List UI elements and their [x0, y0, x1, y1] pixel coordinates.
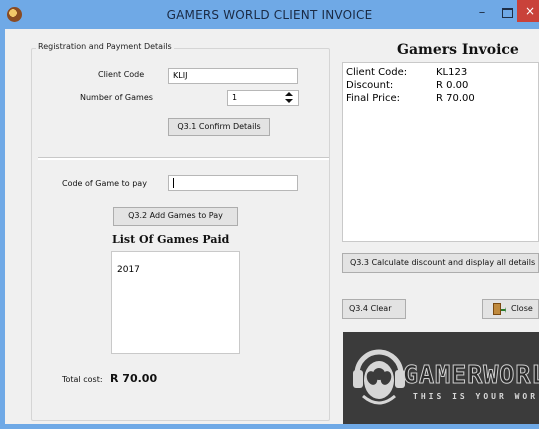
- alien-headset-icon: [353, 349, 405, 405]
- window-frame-left: [0, 29, 5, 429]
- client-code-input[interactable]: KLIJ: [168, 68, 298, 84]
- close-window-button[interactable]: ×: [517, 0, 539, 22]
- door-icon: [493, 303, 506, 315]
- window-frame-bottom: [0, 424, 539, 429]
- spinner-up-down-icon[interactable]: [282, 91, 296, 105]
- total-cost-label: Total cost:: [62, 375, 103, 384]
- add-games-button[interactable]: Q3.2 Add Games to Pay: [113, 207, 238, 226]
- number-of-games-label: Number of Games: [80, 93, 153, 102]
- invoice-final-price-label: Final Price:: [346, 93, 400, 104]
- registration-group-caption: Registration and Payment Details: [36, 42, 174, 51]
- confirm-details-button[interactable]: Q3.1 Confirm Details: [168, 118, 270, 136]
- window-title: GAMERS WORLD CLIENT INVOICE: [166, 8, 373, 22]
- clear-button[interactable]: Q3.4 Clear: [342, 299, 406, 319]
- number-of-games-value: 1: [232, 93, 238, 102]
- minimize-button[interactable]: –: [472, 4, 492, 22]
- games-paid-item: 2017: [117, 265, 140, 275]
- invoice-discount-label: Discount:: [346, 80, 394, 91]
- maximize-button[interactable]: [498, 4, 516, 22]
- code-to-pay-label: Code of Game to pay: [62, 179, 147, 188]
- calculate-discount-button[interactable]: Q3.3 Calculate discount and display all …: [342, 253, 539, 273]
- client-code-label: Client Code: [98, 70, 145, 79]
- invoice-client-code-label: Client Code:: [346, 67, 408, 78]
- invoice-output-memo[interactable]: Client Code: KL123 Discount: R 0.00 Fina…: [342, 62, 539, 242]
- games-paid-list[interactable]: 2017: [111, 251, 240, 354]
- logo-wordmark: GAMERWORLD: [403, 360, 539, 390]
- close-button-label: Close: [511, 304, 533, 313]
- list-of-games-heading: List Of Games Paid: [112, 233, 230, 246]
- invoice-final-price-value: R 70.00: [436, 93, 475, 104]
- section-divider: [38, 157, 329, 160]
- text-cursor: [173, 178, 174, 188]
- number-of-games-spinner[interactable]: 1: [227, 90, 299, 106]
- title-bar[interactable]: GAMERS WORLD CLIENT INVOICE – ×: [0, 0, 539, 29]
- invoice-window: GAMERS WORLD CLIENT INVOICE – × Registra…: [0, 0, 539, 429]
- invoice-client-code-value: KL123: [436, 67, 468, 78]
- logo-tagline: THIS IS YOUR WORLD: [413, 392, 539, 401]
- total-cost-value: R 70.00: [110, 372, 158, 385]
- invoice-heading: Gamers Invoice: [397, 42, 519, 58]
- invoice-discount-value: R 0.00: [436, 80, 469, 91]
- code-to-pay-input[interactable]: [168, 175, 298, 191]
- close-button[interactable]: Close: [482, 299, 539, 319]
- gamerworld-logo: GAMERWORLD THIS IS YOUR WORLD: [343, 332, 539, 424]
